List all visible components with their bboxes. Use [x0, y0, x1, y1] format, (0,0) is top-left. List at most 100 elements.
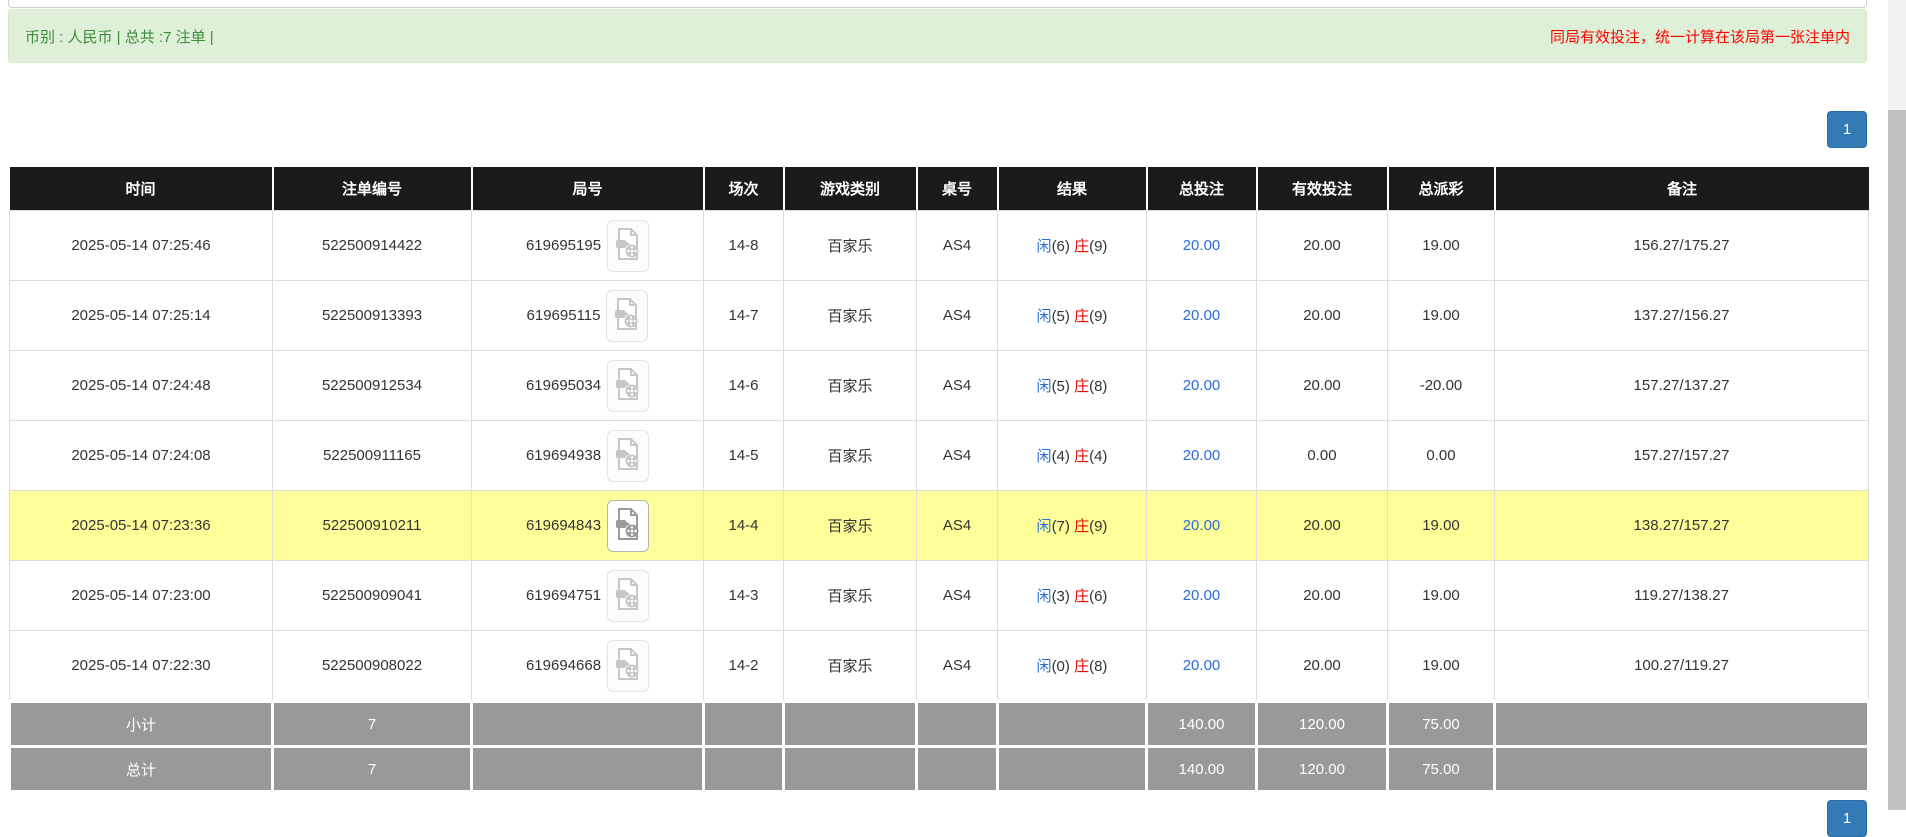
table-row: 2025-05-14 07:22:30 522500908022 6196946… — [10, 631, 1869, 702]
summary-empty-result — [998, 747, 1147, 792]
cell-valid-bet: 20.00 — [1257, 281, 1388, 351]
page-1-button[interactable]: 1 — [1827, 111, 1867, 148]
result-player-label: 闲 — [1037, 448, 1052, 465]
cell-table-no: AS4 — [917, 351, 998, 421]
total-bet-link[interactable]: 20.00 — [1183, 657, 1221, 674]
total-bet-link[interactable]: 20.00 — [1183, 517, 1221, 534]
column-header: 桌号 — [917, 167, 998, 211]
cell-time: 2025-05-14 07:23:36 — [10, 491, 273, 561]
table-row: 2025-05-14 07:24:08 522500911165 6196949… — [10, 421, 1869, 491]
cell-remark: 157.27/157.27 — [1495, 421, 1869, 491]
result-banker-score: (9) — [1089, 308, 1107, 325]
cell-session: 14-4 — [704, 491, 784, 561]
cell-payout: 19.00 — [1388, 561, 1495, 631]
cell-round: 619695034 — [472, 351, 704, 421]
video-button[interactable] — [607, 500, 649, 552]
result-banker-score: (4) — [1089, 448, 1107, 465]
cell-table-no: AS4 — [917, 421, 998, 491]
summary-count: 7 — [273, 702, 472, 747]
video-record-icon — [615, 368, 641, 403]
cell-result: 闲(6) 庄(9) — [998, 211, 1147, 281]
cell-round: 619695115 — [472, 281, 704, 351]
summary-count: 7 — [273, 747, 472, 792]
table-body: 2025-05-14 07:25:46 522500914422 6196951… — [10, 211, 1869, 702]
cell-total-bet: 20.00 — [1147, 421, 1257, 491]
records-table: 时间注单编号局号场次游戏类别桌号结果总投注有效投注总派彩备注 2025-05-1… — [8, 167, 1870, 793]
cell-game-type: 百家乐 — [784, 281, 917, 351]
cell-remark: 119.27/138.27 — [1495, 561, 1869, 631]
result-banker-score: (8) — [1089, 378, 1107, 395]
column-header: 时间 — [10, 167, 273, 211]
table-row: 2025-05-14 07:24:48 522500912534 6196950… — [10, 351, 1869, 421]
video-button[interactable] — [607, 430, 649, 482]
cell-payout: 19.00 — [1388, 631, 1495, 702]
video-button[interactable] — [607, 360, 649, 412]
summary-empty-session — [704, 702, 784, 747]
cell-result: 闲(5) 庄(8) — [998, 351, 1147, 421]
column-header: 游戏类别 — [784, 167, 917, 211]
cell-time: 2025-05-14 07:25:14 — [10, 281, 273, 351]
cell-bet-id: 522500912534 — [273, 351, 472, 421]
cell-remark: 138.27/157.27 — [1495, 491, 1869, 561]
cell-remark: 156.27/175.27 — [1495, 211, 1869, 281]
total-bet-link[interactable]: 20.00 — [1183, 377, 1221, 394]
column-header: 总派彩 — [1388, 167, 1495, 211]
vertical-scrollbar-thumb[interactable] — [1888, 110, 1906, 810]
cell-session: 14-3 — [704, 561, 784, 631]
cell-bet-id: 522500909041 — [273, 561, 472, 631]
summary-payout: 75.00 — [1388, 702, 1495, 747]
page-1-button-bottom[interactable]: 1 — [1827, 800, 1867, 837]
cell-total-bet: 20.00 — [1147, 281, 1257, 351]
cell-session: 14-5 — [704, 421, 784, 491]
cell-bet-id: 522500908022 — [273, 631, 472, 702]
total-bet-link[interactable]: 20.00 — [1183, 447, 1221, 464]
total-bet-link[interactable]: 20.00 — [1183, 307, 1221, 324]
round-number: 619695034 — [526, 377, 601, 394]
result-player-score: (5) — [1052, 308, 1070, 325]
cell-time: 2025-05-14 07:25:46 — [10, 211, 273, 281]
result-player-score: (6) — [1052, 238, 1070, 255]
cell-valid-bet: 20.00 — [1257, 211, 1388, 281]
cell-bet-id: 522500914422 — [273, 211, 472, 281]
result-player-score: (5) — [1052, 378, 1070, 395]
result-banker-score: (9) — [1089, 518, 1107, 535]
result-player-label: 闲 — [1037, 238, 1052, 255]
video-button[interactable] — [607, 220, 649, 272]
cell-session: 14-7 — [704, 281, 784, 351]
video-button[interactable] — [606, 290, 648, 342]
cell-round: 619694751 — [472, 561, 704, 631]
round-number: 619694751 — [526, 587, 601, 604]
cell-payout: 19.00 — [1388, 491, 1495, 561]
column-header: 有效投注 — [1257, 167, 1388, 211]
video-button[interactable] — [607, 570, 649, 622]
cell-valid-bet: 20.00 — [1257, 561, 1388, 631]
column-header: 结果 — [998, 167, 1147, 211]
pagination-bottom: 1 — [1827, 800, 1867, 837]
summary-label: 总计 — [10, 747, 273, 792]
cell-payout: -20.00 — [1388, 351, 1495, 421]
summary-payout: 75.00 — [1388, 747, 1495, 792]
result-player-score: (4) — [1052, 448, 1070, 465]
cell-payout: 19.00 — [1388, 211, 1495, 281]
cell-payout: 19.00 — [1388, 281, 1495, 351]
cell-bet-id: 522500911165 — [273, 421, 472, 491]
vertical-scrollbar-track[interactable] — [1888, 0, 1906, 810]
result-player-label: 闲 — [1037, 588, 1052, 605]
cell-table-no: AS4 — [917, 561, 998, 631]
summary-empty-game-type — [784, 747, 917, 792]
cell-round: 619694843 — [472, 491, 704, 561]
cell-round: 619694938 — [472, 421, 704, 491]
cell-remark: 157.27/137.27 — [1495, 351, 1869, 421]
result-banker-score: (9) — [1089, 238, 1107, 255]
cell-result: 闲(3) 庄(6) — [998, 561, 1147, 631]
video-button[interactable] — [607, 640, 649, 692]
cell-result: 闲(5) 庄(9) — [998, 281, 1147, 351]
total-bet-link[interactable]: 20.00 — [1183, 587, 1221, 604]
summary-row: 总计 7 140.00 120.00 75.00 — [10, 747, 1869, 792]
column-header: 注单编号 — [273, 167, 472, 211]
summary-empty-result — [998, 702, 1147, 747]
cell-round: 619695195 — [472, 211, 704, 281]
summary-empty-round — [472, 747, 704, 792]
result-banker-label: 庄 — [1074, 658, 1089, 675]
total-bet-link[interactable]: 20.00 — [1183, 237, 1221, 254]
